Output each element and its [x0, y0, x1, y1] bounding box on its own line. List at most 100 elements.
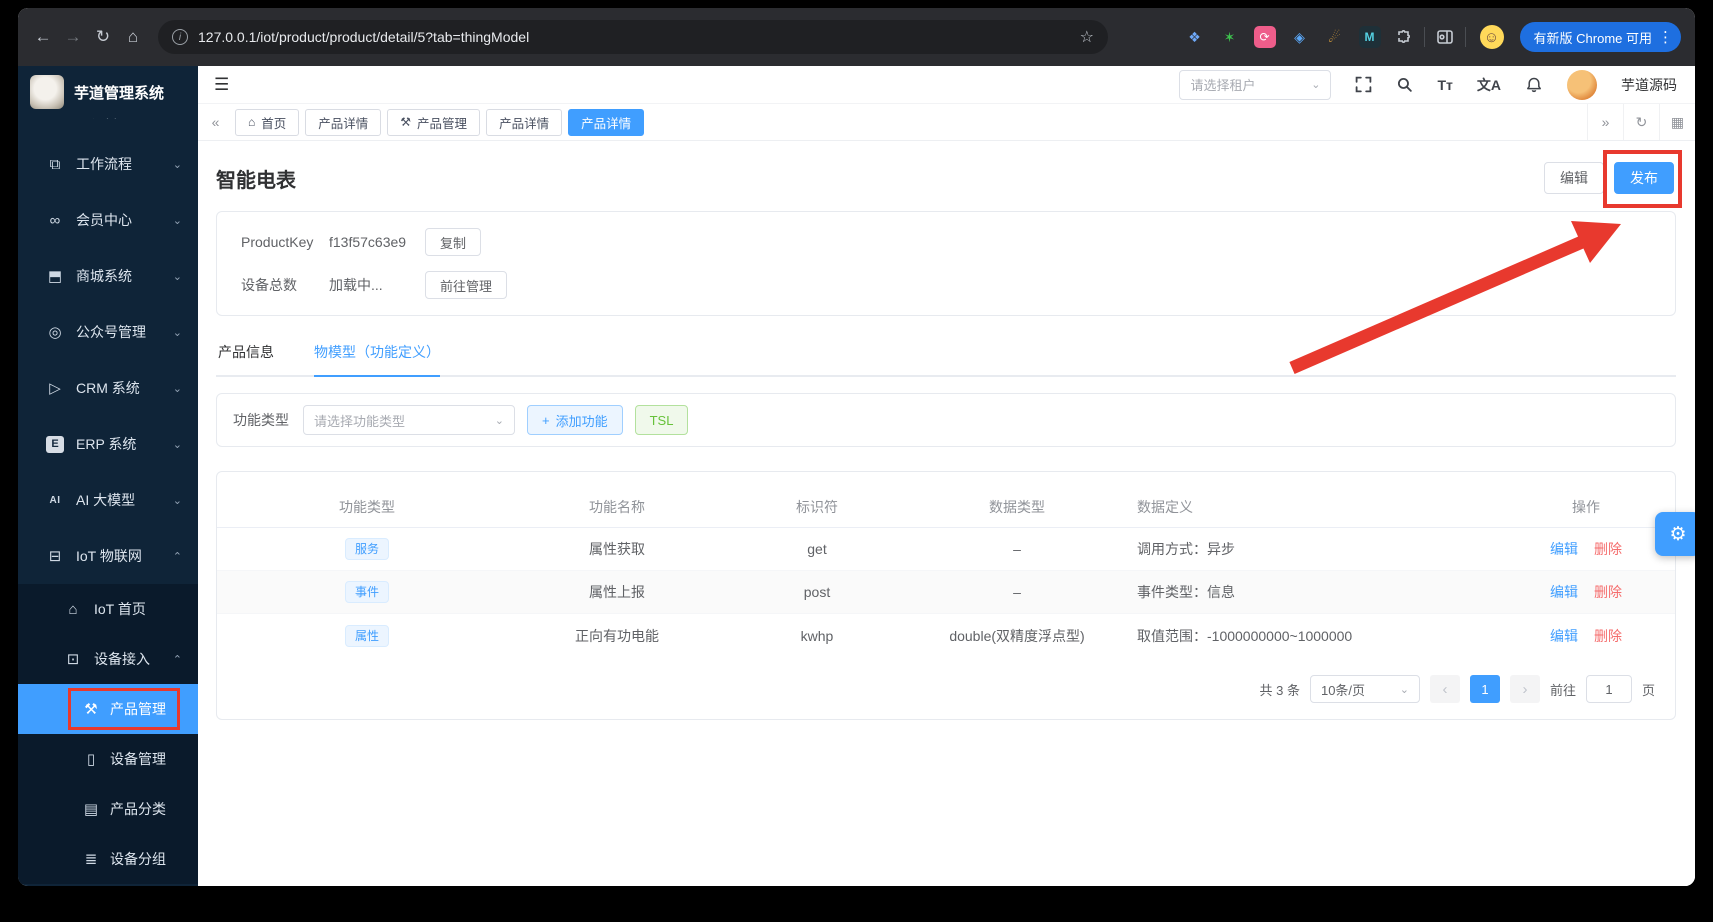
- sidebar-item-member-center[interactable]: ∞ 会员中心 ⌄: [18, 192, 198, 248]
- sidebar-item-erp[interactable]: E ERP 系统 ⌄: [18, 416, 198, 472]
- address-bar[interactable]: i 127.0.0.1/iot/product/product/detail/5…: [158, 20, 1108, 54]
- copy-button[interactable]: 复制: [425, 228, 481, 256]
- type-tag[interactable]: 事件: [345, 581, 389, 603]
- bookmark-star-icon[interactable]: ☆: [1080, 27, 1094, 47]
- blue-gem-extension-icon[interactable]: ◈: [1289, 26, 1311, 48]
- tab-product-detail-2[interactable]: 产品详情: [486, 109, 562, 136]
- browser-home-icon[interactable]: ⌂: [118, 22, 148, 52]
- tab-thing-model[interactable]: 物模型（功能定义）: [314, 342, 440, 375]
- sidebar-item-iot[interactable]: ⊟ IoT 物联网 ⌃: [18, 528, 198, 584]
- member-icon: ∞: [46, 212, 64, 229]
- toolbar-right: ❖ ✶ ⟳ ◈ ☄ M: [1184, 22, 1681, 52]
- row-edit-link[interactable]: 编辑: [1550, 541, 1578, 557]
- page-jump-input[interactable]: [1586, 675, 1632, 703]
- translate-icon[interactable]: 文A: [1477, 75, 1501, 95]
- sidebar-item-workflow[interactable]: ⧉ 工作流程 ⌄: [18, 136, 198, 192]
- sidebar-item-device-group[interactable]: ≣ 设备分组: [18, 834, 198, 884]
- toolbar-divider: [1424, 27, 1425, 47]
- font-size-icon[interactable]: Tт: [1437, 77, 1452, 93]
- tab-product-detail-1[interactable]: 产品详情: [305, 109, 381, 136]
- chevron-down-icon: ⌄: [173, 270, 182, 283]
- cell-data-type: –: [917, 541, 1117, 557]
- page-size-select[interactable]: 10条/页 ⌄: [1310, 675, 1420, 703]
- toolbar-divider-2: [1465, 27, 1466, 47]
- row-delete-link[interactable]: 删除: [1594, 584, 1622, 600]
- tabs-refresh-icon[interactable]: ↻: [1623, 104, 1659, 140]
- tenant-select[interactable]: 请选择租户 ⌄: [1179, 70, 1331, 100]
- row-edit-link[interactable]: 编辑: [1550, 584, 1578, 600]
- back-icon[interactable]: ←: [28, 22, 58, 52]
- type-tag[interactable]: 服务: [345, 538, 389, 560]
- sidebar-item-iot-home[interactable]: ⌂ IoT 首页: [18, 584, 198, 634]
- sidebar-item-report[interactable]: ◔ 报表管理: [18, 118, 198, 136]
- cell-identifier: post: [717, 584, 917, 600]
- current-page-button[interactable]: 1: [1470, 675, 1500, 703]
- m-badge-extension-icon[interactable]: M: [1359, 26, 1381, 48]
- tabs-layout-icon[interactable]: ▦: [1659, 104, 1695, 140]
- chevron-down-icon: ⌄: [173, 494, 182, 507]
- table-row: 属性 正向有功电能 kwhp double(双精度浮点型) 取值范围：-1000…: [217, 614, 1675, 657]
- edit-button[interactable]: 编辑: [1544, 162, 1604, 194]
- page-title: 智能电表: [216, 164, 296, 193]
- chrome-update-label: 有新版 Chrome 可用: [1534, 28, 1652, 47]
- col-actions: 操作: [1497, 497, 1675, 517]
- reload-icon[interactable]: ↻: [88, 22, 118, 52]
- row-delete-link[interactable]: 删除: [1594, 628, 1622, 644]
- extensions-row: ❖ ✶ ⟳ ◈ ☄ M: [1184, 26, 1414, 48]
- tab-product-detail-active[interactable]: 产品详情: [568, 109, 644, 136]
- report-icon: ◔: [46, 118, 64, 121]
- prev-page-button[interactable]: ‹: [1430, 675, 1460, 703]
- fullscreen-icon[interactable]: [1355, 76, 1372, 93]
- sidebar-item-product-category[interactable]: ▤ 产品分类: [18, 784, 198, 834]
- compass-icon: ◎: [46, 323, 64, 341]
- col-function-name: 功能名称: [517, 497, 717, 517]
- mall-icon: ⬒: [46, 267, 64, 285]
- row-delete-link[interactable]: 删除: [1594, 541, 1622, 557]
- tabs-scroll-left-icon[interactable]: «: [198, 104, 233, 140]
- sidebar-item-label: ERP 系统: [76, 434, 136, 454]
- type-tag[interactable]: 属性: [345, 625, 389, 647]
- puzzle-extensions-icon[interactable]: [1394, 27, 1414, 47]
- broom-extension-icon[interactable]: ☄: [1324, 26, 1346, 48]
- green-star-extension-icon[interactable]: ✶: [1219, 26, 1241, 48]
- sidebar-item-mall-system[interactable]: ⬒ 商城系统 ⌄: [18, 248, 198, 304]
- sidebar-item-product-management[interactable]: ⚒ 产品管理: [18, 684, 198, 734]
- tabs-scroll-right-icon[interactable]: »: [1587, 104, 1623, 140]
- chevron-down-icon: ⌄: [1311, 78, 1320, 91]
- sidebar-item-device-management[interactable]: ▯ 设备管理: [18, 734, 198, 784]
- bell-icon[interactable]: [1525, 76, 1543, 94]
- publish-button[interactable]: 发布: [1614, 162, 1674, 194]
- tab-product-management[interactable]: ⚒ 产品管理: [387, 109, 480, 136]
- forward-icon[interactable]: →: [58, 22, 88, 52]
- chrome-menu-icon[interactable]: ⋮: [1658, 28, 1673, 46]
- settings-gear-button[interactable]: ⚙: [1655, 512, 1695, 556]
- row-edit-link[interactable]: 编辑: [1550, 628, 1578, 644]
- screen: ← → ↻ ⌂ i 127.0.0.1/iot/product/product/…: [0, 0, 1713, 922]
- tsl-button[interactable]: TSL: [635, 405, 689, 435]
- tabs-wrap: ⌂ 首页 产品详情 ⚒ 产品管理 产品详情: [233, 109, 1587, 136]
- sidebar-item-device-access[interactable]: ⊡ 设备接入 ⌃: [18, 634, 198, 684]
- add-function-button[interactable]: + 添加功能: [527, 405, 623, 435]
- page-size-value: 10条/页: [1321, 680, 1365, 699]
- site-info-icon[interactable]: i: [172, 29, 188, 45]
- search-icon[interactable]: [1396, 76, 1413, 93]
- sidebar-item-official-account[interactable]: ◎ 公众号管理 ⌄: [18, 304, 198, 360]
- sidebar-item-ai-model[interactable]: AI AI 大模型 ⌄: [18, 472, 198, 528]
- apps-grid-extension-icon[interactable]: ❖: [1184, 26, 1206, 48]
- collapse-sidebar-icon[interactable]: ☰: [198, 75, 245, 95]
- side-panel-icon[interactable]: [1435, 27, 1455, 47]
- next-page-button[interactable]: ›: [1510, 675, 1540, 703]
- chrome-profile-avatar[interactable]: ☺: [1480, 25, 1504, 49]
- browser-window: ← → ↻ ⌂ i 127.0.0.1/iot/product/product/…: [18, 8, 1695, 886]
- chrome-update-button[interactable]: 有新版 Chrome 可用 ⋮: [1520, 22, 1681, 52]
- user-avatar[interactable]: [1567, 70, 1597, 100]
- cell-data-definition: 调用方式：异步: [1117, 539, 1497, 559]
- function-type-select[interactable]: 请选择功能类型 ⌄: [303, 405, 515, 435]
- tab-home[interactable]: ⌂ 首页: [235, 109, 299, 136]
- logo-row[interactable]: 芋道管理系统: [18, 66, 198, 118]
- tab-product-info[interactable]: 产品信息: [218, 342, 274, 375]
- sidebar-item-crm[interactable]: ▷ CRM 系统 ⌄: [18, 360, 198, 416]
- manage-button[interactable]: 前往管理: [425, 271, 507, 299]
- pink-translate-extension-icon[interactable]: ⟳: [1254, 26, 1276, 48]
- username[interactable]: 芋道源码: [1621, 75, 1677, 95]
